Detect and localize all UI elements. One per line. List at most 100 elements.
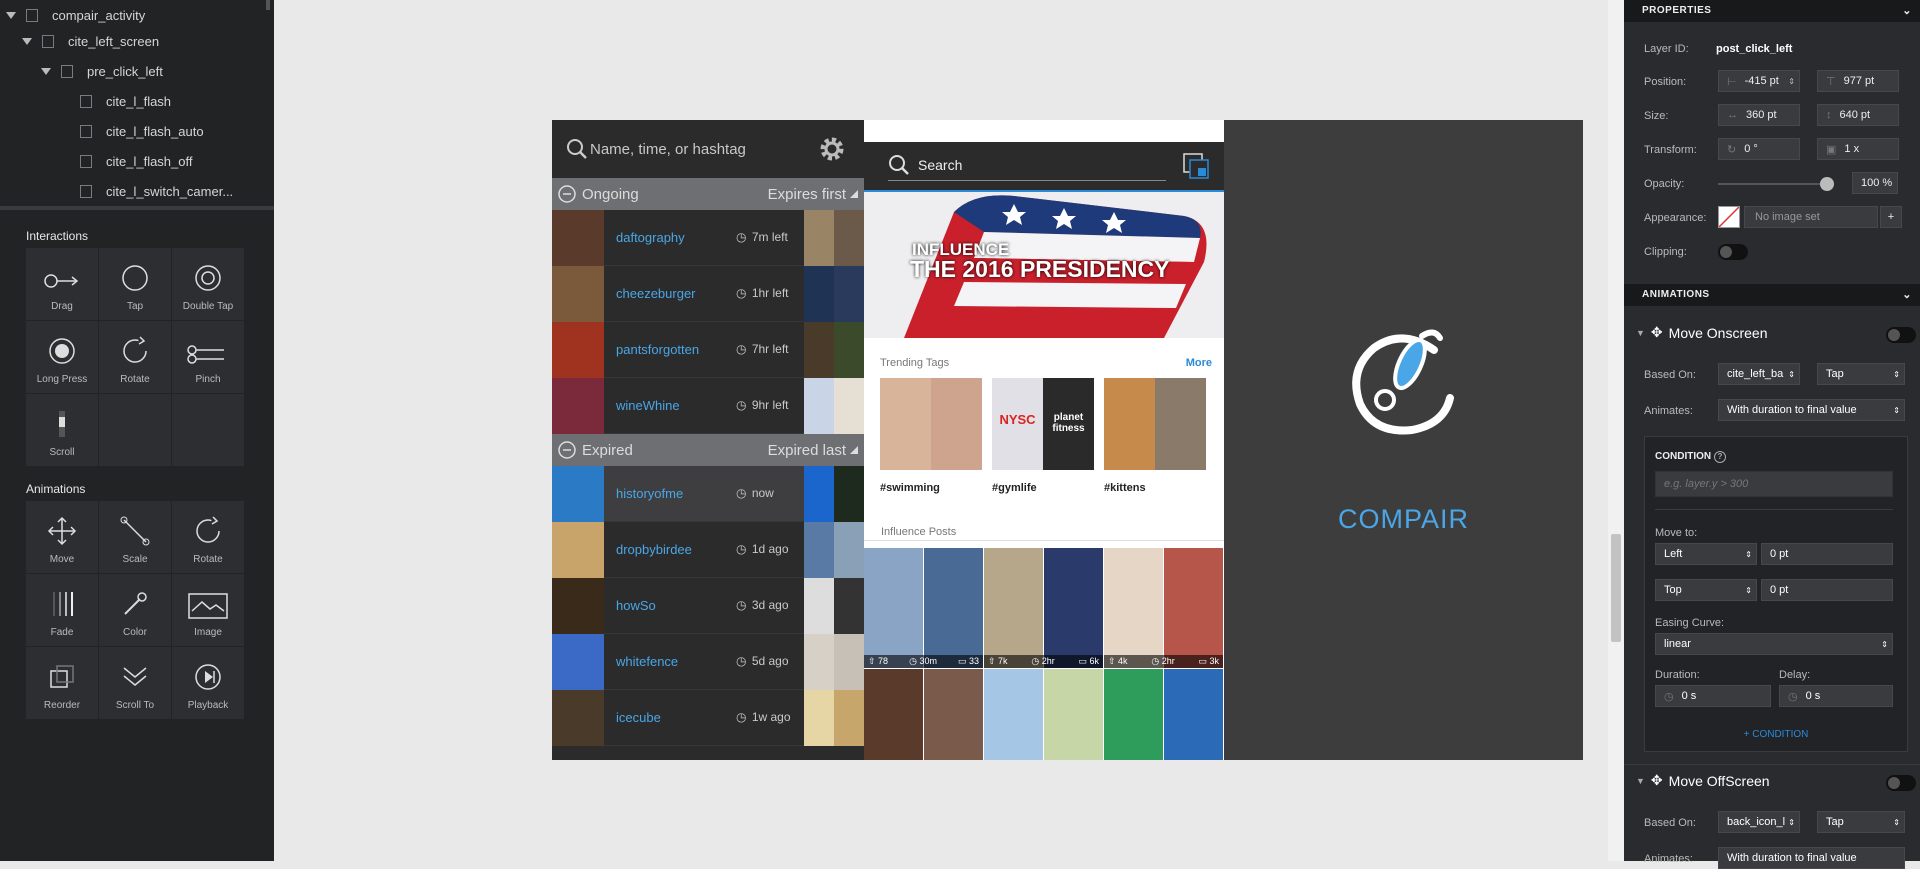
contact-name[interactable]: cheezeburger [616, 286, 696, 301]
fade-tile[interactable]: Fade [26, 574, 98, 646]
thumbnail[interactable] [834, 690, 864, 746]
rotation-field[interactable]: ↻ 0 ° [1718, 138, 1800, 160]
layer-id-value[interactable]: post_click_left [1716, 43, 1792, 55]
tag-label[interactable]: #swimming [880, 482, 982, 494]
search-bar[interactable]: Search [864, 142, 1224, 190]
layer-checkbox[interactable] [80, 184, 92, 198]
layer-item[interactable]: pre_click_left [41, 56, 163, 86]
avatar[interactable] [552, 210, 604, 266]
layer-item[interactable]: cite_l_flash [80, 86, 171, 116]
offscreen-animates-select[interactable]: With duration to final value [1718, 847, 1905, 869]
thumbnail[interactable] [834, 522, 864, 578]
contact-row[interactable]: cheezeburger ◷ 1hr left [552, 266, 864, 322]
layer-checkbox[interactable] [26, 8, 38, 22]
contact-name[interactable]: dropbybirdee [616, 542, 692, 557]
thumbnail[interactable] [804, 266, 834, 322]
height-field[interactable]: ↕ 640 pt [1817, 104, 1899, 126]
thumbnail[interactable] [834, 266, 864, 322]
sort-triangle-icon[interactable] [850, 190, 858, 198]
appearance-value[interactable]: No image set [1744, 206, 1878, 228]
expand-icon[interactable] [22, 37, 32, 45]
thumbnail[interactable] [804, 690, 834, 746]
playback-tile[interactable]: Playback [172, 647, 244, 719]
tag-card[interactable]: NYSC planet fitness #gymlife [992, 378, 1094, 494]
search-placeholder[interactable]: Name, time, or hashtag [590, 141, 746, 158]
help-icon[interactable]: ? [1713, 451, 1726, 463]
collapse-triangle-icon[interactable]: ▼ [1636, 328, 1645, 338]
hero-banner[interactable]: INFLUENCE THE 2016 PRESIDENCY [864, 192, 1224, 338]
move-x-field[interactable]: 0 pt [1761, 543, 1893, 565]
rotate-tile[interactable]: Rotate [99, 321, 171, 393]
thumbnail[interactable] [834, 578, 864, 634]
post-tile[interactable]: ⇧ 7k ◷ 2hr ▭ 6k [984, 548, 1103, 668]
avatar[interactable] [552, 266, 604, 322]
image-tile[interactable]: Image [172, 574, 244, 646]
width-field[interactable]: ↔ 360 pt [1718, 104, 1800, 126]
easing-select[interactable]: linear ⇕ [1655, 633, 1893, 655]
panel-divider[interactable] [0, 206, 274, 210]
offscreen-based-on-select[interactable]: back_icon_l ⇕ [1718, 811, 1800, 833]
avatar[interactable] [552, 690, 604, 746]
contact-row[interactable]: whitefence ◷ 5d ago [552, 634, 864, 690]
thumbnail[interactable] [834, 634, 864, 690]
avatar[interactable] [552, 634, 604, 690]
tree-scrollbar[interactable] [266, 0, 270, 10]
expired-header[interactable]: Expired Expired last [552, 434, 864, 466]
double-tap-tile[interactable]: Double Tap [172, 248, 244, 320]
offscreen-trigger-select[interactable]: Tap ⇕ [1817, 811, 1905, 833]
layer-checkbox[interactable] [61, 64, 73, 78]
opacity-slider[interactable] [1718, 177, 1834, 191]
post-tile[interactable]: ⇧ 4k ◷ 2hr ▭ 3k [1104, 548, 1223, 668]
contact-row[interactable]: pantsforgotten ◷ 7hr left [552, 322, 864, 378]
scrollbar-thumb[interactable] [1611, 534, 1621, 642]
thumbnail[interactable] [834, 210, 864, 266]
layer-checkbox[interactable] [80, 124, 92, 138]
collapse-triangle-icon[interactable]: ▼ [1636, 776, 1645, 786]
tag-card[interactable]: #kittens [1104, 378, 1206, 494]
move-y-field[interactable]: 0 pt [1761, 579, 1893, 601]
gear-icon[interactable] [818, 135, 846, 163]
scroll-to-tile[interactable]: Scroll To [99, 647, 171, 719]
long-press-tile[interactable]: Long Press [26, 321, 98, 393]
move-offscreen-toggle[interactable] [1886, 775, 1916, 791]
avatar[interactable] [552, 522, 604, 578]
stepper-icon[interactable]: ⇕ [1788, 77, 1795, 86]
scroll-tile[interactable]: Scroll [26, 394, 98, 466]
avatar[interactable] [552, 378, 604, 434]
expand-icon[interactable] [6, 11, 16, 19]
move-x-select[interactable]: Left ⇕ [1655, 543, 1757, 565]
properties-header[interactable]: PROPERTIES ⌄ [1624, 0, 1920, 22]
contact-name[interactable]: historyofme [616, 486, 683, 501]
delay-field[interactable]: ◷ 0 s [1779, 685, 1893, 707]
opacity-slider-knob[interactable] [1820, 177, 1834, 191]
contact-name[interactable]: icecube [616, 710, 661, 725]
reorder-tile[interactable]: Reorder [26, 647, 98, 719]
drag-tile[interactable]: Drag [26, 248, 98, 320]
based-on-select[interactable]: cite_left_ba ⇕ [1718, 363, 1800, 385]
thumbnail[interactable] [804, 378, 834, 434]
condition-input[interactable]: e.g. layer.y > 300 [1655, 471, 1893, 497]
post-tile[interactable]: ⇧ 78 ◷ 30m ▭ 33 [864, 548, 983, 668]
expired-sort[interactable]: Expired last [768, 442, 846, 459]
minus-circle-icon[interactable] [558, 441, 576, 459]
add-condition-button[interactable]: + CONDITION [1645, 729, 1907, 740]
contact-row[interactable]: dropbybirdee ◷ 1d ago [552, 522, 864, 578]
contact-name[interactable]: whitefence [616, 654, 678, 669]
animates-select[interactable]: With duration to final value ⇕ [1718, 399, 1905, 421]
tag-card[interactable]: #swimming [880, 378, 982, 494]
scale-tile[interactable]: Scale [99, 501, 171, 573]
left-search-bar[interactable]: Name, time, or hashtag [552, 120, 864, 178]
contact-row[interactable]: daftography ◷ 7m left [552, 210, 864, 266]
artboard[interactable]: Name, time, or hashtag Ongoing Expires f… [552, 120, 1583, 760]
avatar[interactable] [552, 322, 604, 378]
ongoing-sort[interactable]: Expires first [768, 186, 846, 203]
layer-item[interactable]: cite_left_screen [22, 26, 159, 56]
thumbnail[interactable] [804, 322, 834, 378]
contact-row[interactable]: icecube ◷ 1w ago [552, 690, 864, 746]
search-field[interactable]: Search [918, 157, 962, 173]
contact-name[interactable]: wineWhine [616, 398, 680, 413]
trigger-select[interactable]: Tap ⇕ [1817, 363, 1905, 385]
ongoing-header[interactable]: Ongoing Expires first [552, 178, 864, 210]
move-onscreen-toggle[interactable] [1886, 327, 1916, 343]
thumbnail[interactable] [804, 634, 834, 690]
